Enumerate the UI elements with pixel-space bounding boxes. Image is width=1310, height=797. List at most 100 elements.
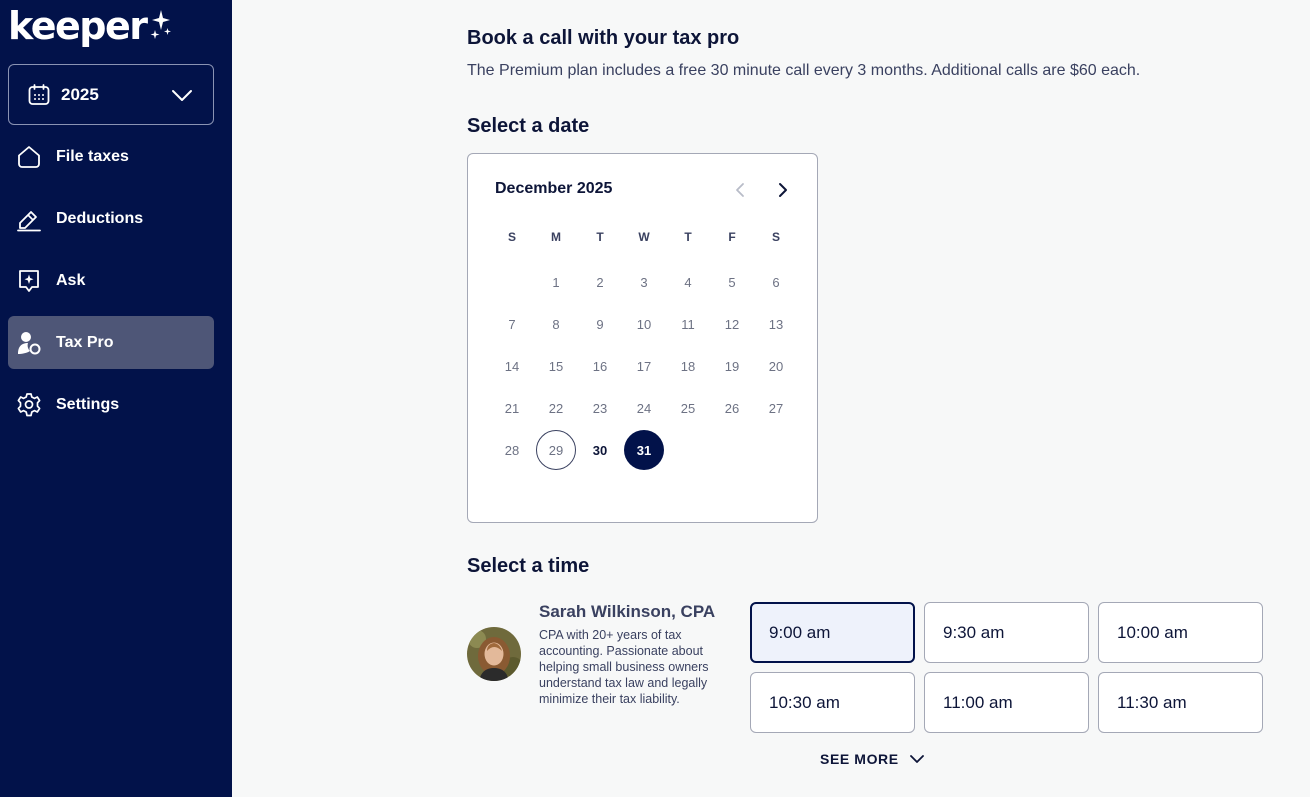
calendar-day: 15	[534, 345, 578, 387]
calendar-day: 10	[622, 303, 666, 345]
select-date-heading: Select a date	[467, 115, 590, 137]
keeper-logo[interactable]: keeper	[8, 6, 172, 48]
weekday-label: M	[551, 230, 561, 244]
calendar-day: 6	[754, 261, 798, 303]
calendar-day: 20	[754, 345, 798, 387]
sidebar-item-label: Settings	[56, 395, 120, 413]
weekday-label: W	[638, 230, 650, 244]
calendar-empty-cell	[490, 261, 534, 303]
calendar-day: 29	[534, 429, 578, 471]
calendar-day: 11	[666, 303, 710, 345]
time-slot-button[interactable]: 10:30 am	[750, 672, 915, 733]
calendar-day-label: 12	[724, 316, 740, 332]
calendar-day-label: 18	[680, 358, 696, 374]
calendar-day: 9	[578, 303, 622, 345]
calendar-empty-cell	[666, 429, 710, 471]
sparkle-icon	[150, 10, 171, 39]
calendar-day-label: 4	[684, 274, 692, 290]
calendar-day-label: 31	[624, 430, 664, 470]
calendar-day-label: 15	[548, 358, 564, 374]
calendar-day: 22	[534, 387, 578, 429]
calendar-day-label: 17	[636, 358, 652, 374]
chevron-down-icon	[909, 755, 924, 763]
calendar-day: 24	[622, 387, 666, 429]
see-more-label: SEE MORE	[820, 751, 899, 767]
page-title: Book a call with your tax pro	[467, 27, 740, 49]
calendar-day-label: 28	[504, 442, 520, 458]
calendar-day-label: 1	[552, 274, 560, 290]
calendar-day: 21	[490, 387, 534, 429]
time-slot-button[interactable]: 11:30 am	[1098, 672, 1263, 733]
sidebar-item-tax-pro[interactable]: Tax Pro	[8, 316, 214, 369]
weekday-header: SMTWTFS	[490, 230, 798, 244]
time-slot-grid: 9:00 am 9:30 am 10:00 am 10:30 am 11:00 am 11…	[750, 602, 1263, 733]
sidebar-item-ask[interactable]: Ask	[8, 254, 214, 307]
calendar-day-label: 6	[772, 274, 780, 290]
calendar-week: 1 2 3 4 5 6	[490, 261, 798, 303]
calendar-day: 17	[622, 345, 666, 387]
tax-year-selector[interactable]: 2025	[8, 64, 214, 125]
calendar-day-label: 16	[592, 358, 608, 374]
calendar-day: 28	[490, 429, 534, 471]
calendar-day-label: 30	[592, 442, 608, 458]
chat-sparkle-icon	[16, 268, 42, 294]
calendar-day-label: 2	[596, 274, 604, 290]
time-slot-button[interactable]: 11:00 am	[924, 672, 1089, 733]
calendar-day: 19	[710, 345, 754, 387]
next-month-button[interactable]	[773, 180, 793, 200]
sidebar-item-label: Ask	[56, 271, 86, 289]
calendar-day-label: 11	[681, 316, 695, 332]
select-time-heading: Select a time	[467, 555, 590, 577]
weekday-label: T	[596, 230, 604, 244]
see-more-button[interactable]: SEE MORE	[820, 751, 925, 767]
calendar-day: 23	[578, 387, 622, 429]
gear-icon	[16, 392, 42, 418]
sidebar-nav: File taxes Deductions Ask Tax Pro Settin…	[8, 130, 214, 440]
previous-month-button[interactable]	[730, 180, 750, 200]
home-icon	[16, 144, 42, 170]
weekday-label: T	[684, 230, 692, 244]
weekday-label: F	[728, 230, 736, 244]
calendar-day[interactable]: 30	[578, 429, 622, 471]
calendar-icon	[28, 83, 50, 105]
calendar-grid: 1 2 3 4 5 6 7 8 9 10 11 12 13 14 15 16 17 18 19 20 21 22 23 24 2…	[490, 261, 798, 471]
calendar-day: 5	[710, 261, 754, 303]
calendar-day: 16	[578, 345, 622, 387]
sidebar-item-file-taxes[interactable]: File taxes	[8, 130, 214, 183]
calendar-day: 2	[578, 261, 622, 303]
calendar-week: 7 8 9 10 11 12 13	[490, 303, 798, 345]
sidebar-item-label: Deductions	[56, 209, 144, 227]
calendar-day-label: 14	[504, 358, 520, 374]
time-slot-button[interactable]: 9:00 am	[750, 602, 915, 663]
calendar-day: 27	[754, 387, 798, 429]
chevron-down-icon	[172, 90, 192, 101]
pencil-icon	[16, 206, 42, 232]
calendar-day-label: 9	[596, 316, 604, 332]
tax-pro-card: Sarah Wilkinson, CPA CPA with 20+ years …	[467, 602, 737, 722]
sidebar-item-deductions[interactable]: Deductions	[8, 192, 214, 245]
calendar-day-label: 29	[536, 430, 576, 470]
logo-text: keeper	[8, 4, 148, 48]
tax-pro-icon	[16, 330, 42, 356]
calendar-day-label: 23	[592, 400, 608, 416]
calendar-day-label: 8	[552, 316, 560, 332]
calendar-day-label: 19	[724, 358, 740, 374]
calendar-day: 4	[666, 261, 710, 303]
tax-year-value: 2025	[61, 84, 99, 104]
calendar-day[interactable]: 31	[622, 429, 666, 471]
tax-pro-name: Sarah Wilkinson, CPA	[539, 602, 716, 621]
time-slot-button[interactable]: 10:00 am	[1098, 602, 1263, 663]
calendar-day-label: 26	[724, 400, 740, 416]
calendar-day: 14	[490, 345, 534, 387]
sidebar-item-label: Tax Pro	[56, 333, 114, 351]
calendar-day: 1	[534, 261, 578, 303]
calendar-day: 8	[534, 303, 578, 345]
sidebar-item-settings[interactable]: Settings	[8, 378, 214, 431]
chevron-left-icon	[736, 183, 744, 197]
time-slot-button[interactable]: 9:30 am	[924, 602, 1089, 663]
weekday-label: S	[771, 230, 780, 244]
calendar-day-label: 3	[640, 274, 648, 290]
calendar-week: 21 22 23 24 25 26 27	[490, 387, 798, 429]
calendar-day: 26	[710, 387, 754, 429]
calendar-day-label: 20	[768, 358, 784, 374]
